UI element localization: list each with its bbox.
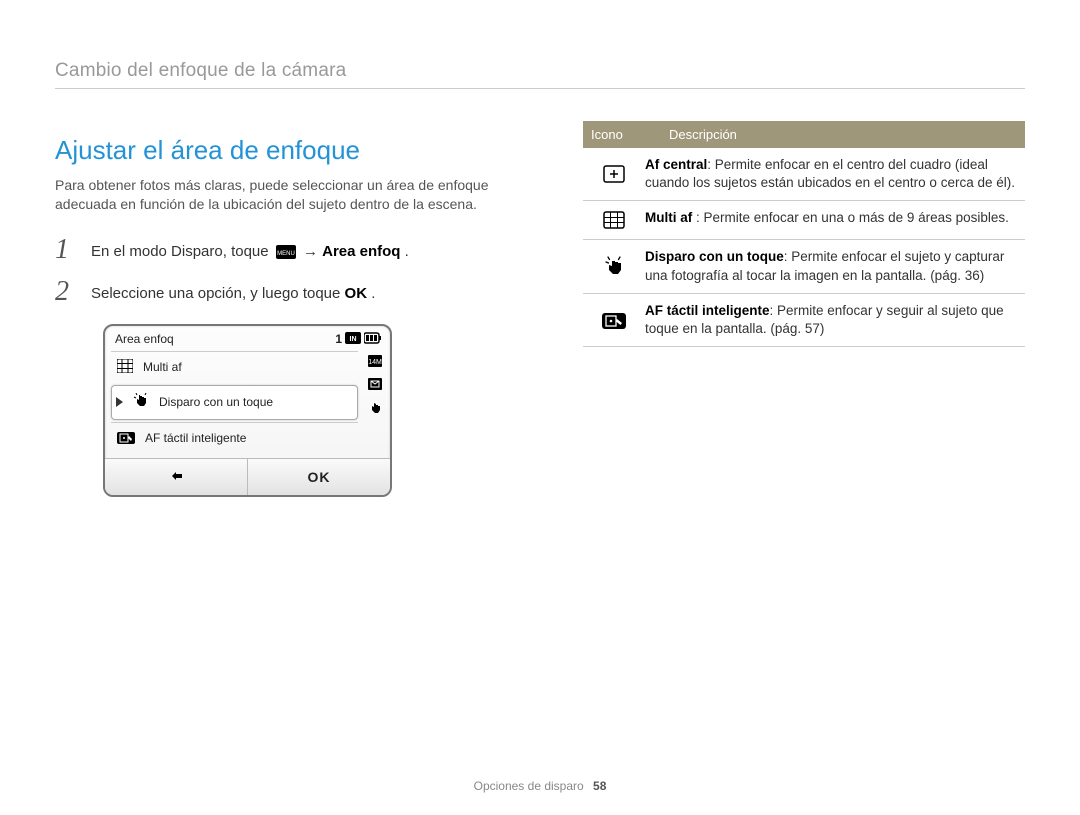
side-quality-icon bbox=[368, 378, 382, 393]
camera-title: Area enfoq bbox=[115, 332, 174, 346]
ok-button[interactable]: OK bbox=[248, 459, 390, 495]
back-arrow-icon bbox=[166, 467, 186, 487]
camera-top-bar: Area enfoq 1 IN bbox=[105, 326, 390, 351]
af-central-icon bbox=[583, 148, 645, 200]
footer-page-number: 58 bbox=[593, 779, 606, 793]
row-title: Af central bbox=[645, 157, 707, 172]
step-2-ok: OK bbox=[345, 285, 368, 302]
camera-status: 1 IN bbox=[335, 332, 382, 347]
step-2: 2 Seleccione una opción, y luego toque O… bbox=[55, 278, 543, 306]
table-row: Multi af : Permite enfocar en una o más … bbox=[583, 201, 1025, 240]
camera-option-list: Multi af Disparo con un toque bbox=[105, 351, 364, 458]
menu-icon: MENU bbox=[276, 245, 296, 259]
table-row: AF táctil inteligente: Permite enfocar y… bbox=[583, 294, 1025, 347]
camera-option-smart-touch-af[interactable]: AF táctil inteligente bbox=[111, 422, 358, 454]
page: Cambio del enfoque de la cámara Ajustar … bbox=[0, 0, 1080, 497]
camera-bottom-bar: OK bbox=[105, 458, 390, 495]
camera-status-count: 1 bbox=[335, 332, 342, 346]
camera-ui-mock: Area enfoq 1 IN bbox=[103, 324, 392, 497]
footer-section: Opciones de disparo bbox=[474, 779, 584, 793]
table-head-icon: Icono bbox=[583, 121, 661, 148]
step-1-arrow: → bbox=[303, 243, 322, 260]
camera-side-icons: 14M bbox=[364, 351, 390, 458]
table-row-description: Af central: Permite enfocar en el centro… bbox=[645, 148, 1025, 200]
step-2-post: . bbox=[371, 285, 375, 302]
selection-pointer-icon bbox=[116, 397, 123, 407]
camera-option-multi-af[interactable]: Multi af bbox=[111, 351, 358, 383]
row-title: Multi af bbox=[645, 210, 692, 225]
side-mode-icon: 14M bbox=[368, 355, 382, 370]
one-touch-icon bbox=[133, 393, 149, 412]
smart-touch-af-icon bbox=[117, 430, 135, 447]
row-title: Disparo con un toque bbox=[645, 249, 784, 264]
svg-text:14M: 14M bbox=[368, 359, 382, 366]
table-row: Af central: Permite enfocar en el centro… bbox=[583, 148, 1025, 201]
step-2-pre: Seleccione una opción, y luego toque bbox=[91, 285, 345, 302]
table-row-description: AF táctil inteligente: Permite enfocar y… bbox=[645, 294, 1025, 346]
camera-body: Multi af Disparo con un toque bbox=[105, 351, 390, 458]
row-title: AF táctil inteligente bbox=[645, 303, 770, 318]
column-left: Ajustar el área de enfoque Para obtener … bbox=[55, 117, 543, 497]
back-button[interactable] bbox=[105, 459, 248, 495]
camera-option-label: AF táctil inteligente bbox=[145, 431, 246, 445]
table-header: Icono Descripción bbox=[583, 121, 1025, 148]
multi-af-icon bbox=[117, 359, 133, 376]
one-touch-icon bbox=[583, 240, 645, 292]
row-text: : Permite enfocar en una o más de 9 área… bbox=[692, 210, 1009, 225]
smart-touch-af-icon bbox=[583, 294, 645, 346]
step-text: Seleccione una opción, y luego toque OK … bbox=[91, 278, 375, 302]
columns: Ajustar el área de enfoque Para obtener … bbox=[55, 117, 1025, 497]
side-stabilization-icon bbox=[368, 401, 382, 418]
step-number: 2 bbox=[55, 278, 77, 306]
camera-option-one-touch[interactable]: Disparo con un toque bbox=[111, 385, 358, 420]
intro-text: Para obtener fotos más claras, puede sel… bbox=[55, 176, 543, 214]
svg-text:MENU: MENU bbox=[277, 251, 295, 257]
step-1-post: . bbox=[405, 243, 409, 260]
multi-af-icon bbox=[583, 201, 645, 239]
step-1: 1 En el modo Disparo, toque MENU → Area … bbox=[55, 236, 543, 264]
page-footer: Opciones de disparo 58 bbox=[0, 779, 1080, 793]
table-row-description: Multi af : Permite enfocar en una o más … bbox=[645, 201, 1025, 239]
breadcrumb: Cambio del enfoque de la cámara bbox=[55, 60, 1025, 89]
camera-option-label: Disparo con un toque bbox=[159, 395, 273, 409]
step-text: En el modo Disparo, toque MENU → Area en… bbox=[91, 236, 409, 260]
step-1-pre: En el modo Disparo, toque bbox=[91, 243, 273, 260]
step-list: 1 En el modo Disparo, toque MENU → Area … bbox=[55, 236, 543, 306]
table-row-description: Disparo con un toque: Permite enfocar el… bbox=[645, 240, 1025, 292]
table-head-description: Descripción bbox=[661, 121, 1025, 148]
camera-option-label: Multi af bbox=[143, 360, 182, 374]
step-number: 1 bbox=[55, 236, 77, 264]
table-row: Disparo con un toque: Permite enfocar el… bbox=[583, 240, 1025, 293]
page-title: Ajustar el área de enfoque bbox=[55, 135, 543, 166]
svg-text:IN: IN bbox=[350, 336, 357, 343]
battery-icon bbox=[364, 332, 382, 347]
step-1-bold: Area enfoq bbox=[322, 243, 400, 260]
column-right: Icono Descripción Af central: Permite en… bbox=[583, 117, 1025, 497]
memory-in-icon: IN bbox=[345, 332, 361, 347]
